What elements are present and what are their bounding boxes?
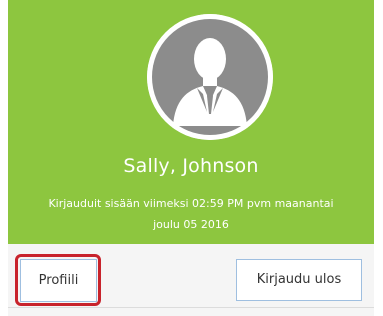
user-dropdown-panel: Sally, Johnson Kirjauduit sisään viimeks… — [0, 0, 383, 316]
last-login-line-1: Kirjauduit sisään viimeksi 02:59 PM pvm … — [48, 197, 334, 210]
logout-button[interactable]: Kirjaudu ulos — [236, 259, 362, 301]
user-name: Sally, Johnson — [123, 155, 259, 177]
last-login-text: Kirjauduit sisään viimeksi 02:59 PM pvm … — [8, 193, 374, 235]
profile-button[interactable]: Profiili — [20, 259, 97, 302]
footer-divider — [8, 307, 374, 308]
user-silhouette-icon — [147, 14, 273, 140]
panel-left-edge — [0, 0, 8, 316]
panel-right-edge — [374, 0, 383, 316]
user-header: Sally, Johnson Kirjauduit sisään viimeks… — [8, 0, 374, 244]
last-login-line-2: joulu 05 2016 — [153, 218, 229, 231]
avatar — [147, 14, 273, 140]
